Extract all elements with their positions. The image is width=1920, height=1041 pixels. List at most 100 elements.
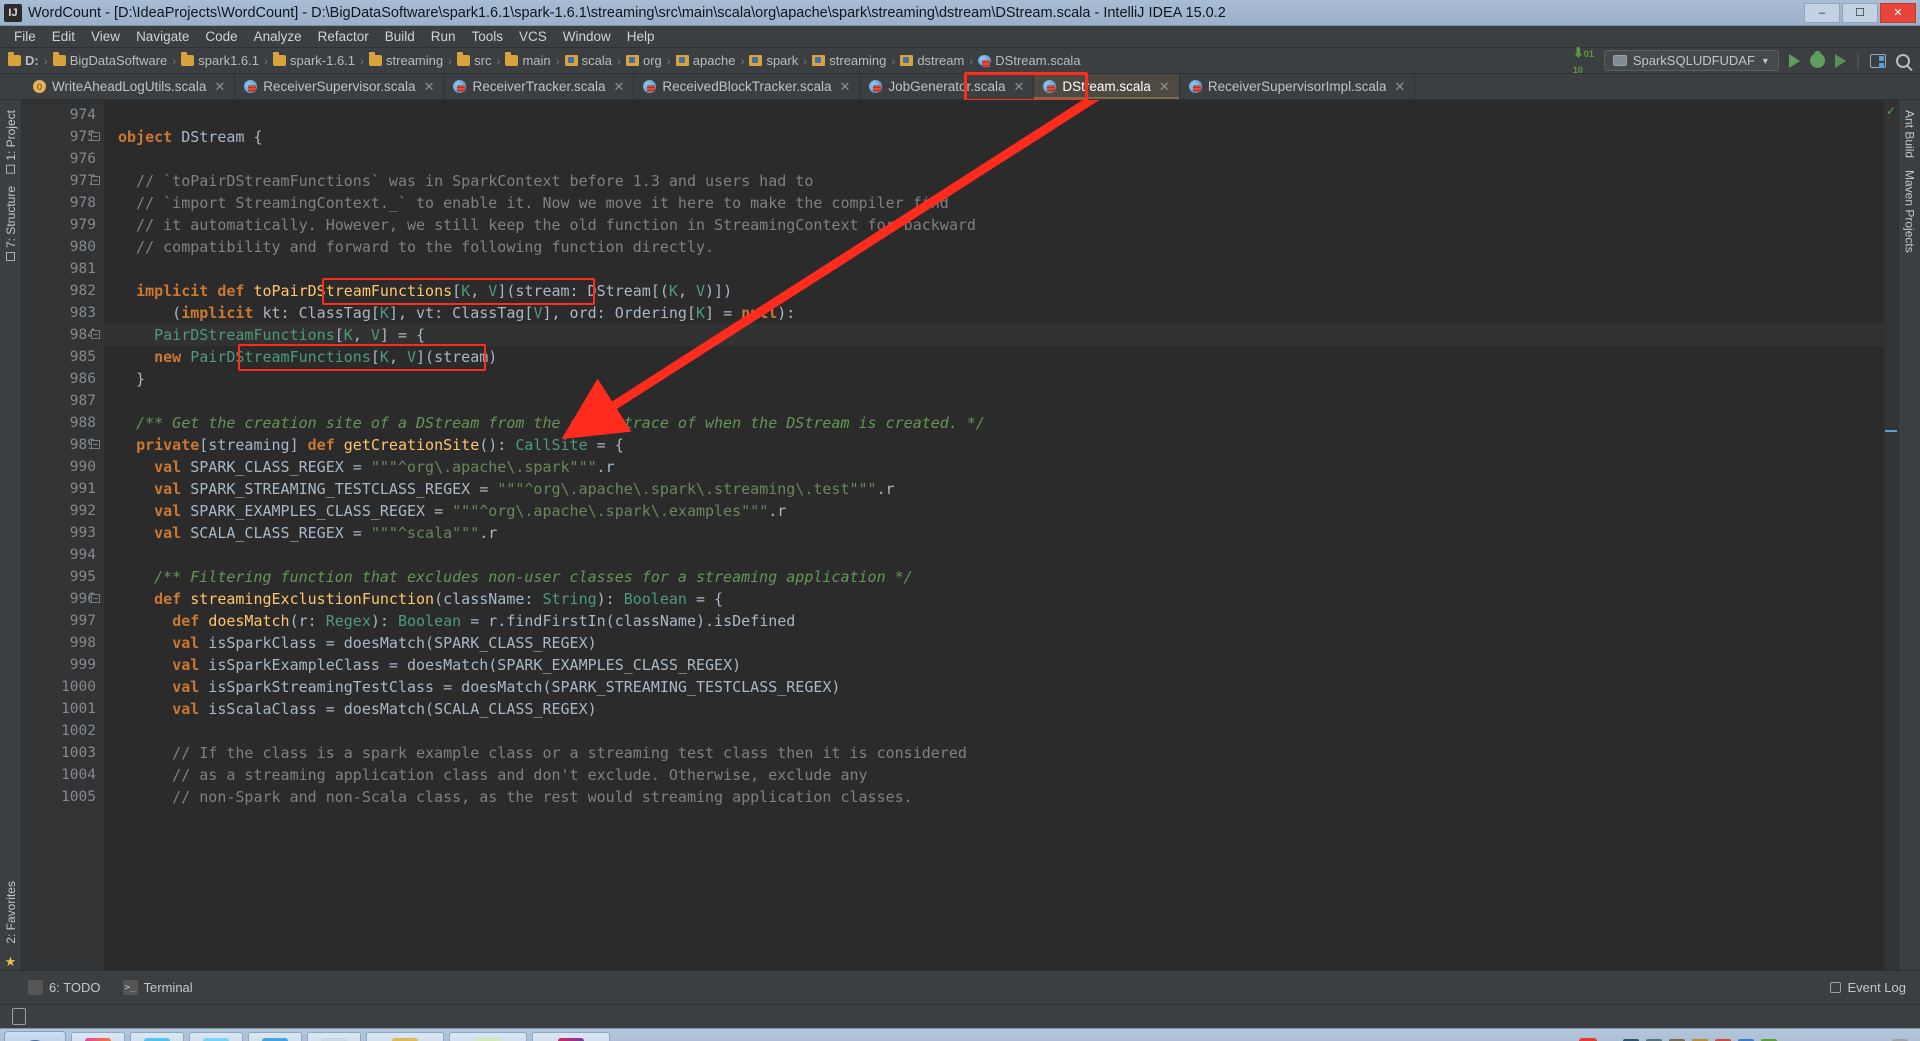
code-line[interactable]: PairDStreamFunctions[K, V] = { — [104, 324, 1884, 346]
code-line[interactable]: val SCALA_CLASS_REGEX = """^scala""".r — [104, 522, 1884, 544]
code-line[interactable]: val SPARK_EXAMPLES_CLASS_REGEX = """^org… — [104, 500, 1884, 522]
taskbar-button-4[interactable] — [248, 1031, 302, 1041]
editor-marker-gutter[interactable]: ✓ — [1884, 100, 1898, 970]
breadcrumb-item-spark-1-6-1[interactable]: spark-1.6.1 — [272, 52, 355, 68]
menu-item-file[interactable]: File — [6, 27, 44, 46]
menu-item-edit[interactable]: Edit — [44, 27, 83, 46]
editor-tab-receivedblocktracker[interactable]: ReceivedBlockTracker.scala ✕ — [634, 74, 861, 99]
breadcrumb-item-main[interactable]: main — [505, 52, 551, 68]
breadcrumb-item-dstream-scala[interactable]: DStream.scala — [978, 53, 1081, 68]
breadcrumb-item-scala[interactable]: scala — [564, 53, 612, 68]
code-line[interactable] — [104, 390, 1884, 412]
menu-item-vcs[interactable]: VCS — [511, 27, 555, 46]
minimize-button[interactable]: – — [1804, 2, 1840, 23]
tool-window-todo[interactable]: 6: TODO — [28, 980, 101, 995]
tab-close-icon[interactable]: ✕ — [214, 79, 225, 95]
menu-item-analyze[interactable]: Analyze — [246, 27, 310, 46]
run-icon[interactable] — [1788, 53, 1800, 68]
taskbar-button-5[interactable] — [307, 1031, 361, 1041]
code-fold-toggle[interactable]: − — [91, 176, 100, 185]
breadcrumb-item-spark[interactable]: spark — [749, 53, 798, 68]
menu-item-run[interactable]: Run — [423, 27, 464, 46]
menu-item-tools[interactable]: Tools — [464, 27, 512, 46]
ime-mode-label[interactable]: 中 — [1604, 1038, 1617, 1041]
code-line[interactable]: // it automatically. However, we still k… — [104, 214, 1884, 236]
code-line[interactable]: implicit def toPairDStreamFunctions[K, V… — [104, 280, 1884, 302]
code-line[interactable]: // `toPairDStreamFunctions` was in Spark… — [104, 170, 1884, 192]
breadcrumb-item-streaming[interactable]: streaming — [369, 52, 443, 68]
menu-item-refactor[interactable]: Refactor — [310, 27, 377, 46]
debug-icon[interactable] — [1809, 51, 1825, 68]
code-line[interactable]: val SPARK_CLASS_REGEX = """^org\.apache\… — [104, 456, 1884, 478]
taskbar-button-8[interactable] — [532, 1031, 610, 1041]
code-line[interactable]: def doesMatch(r: Regex): Boolean = r.fin… — [104, 610, 1884, 632]
code-line[interactable]: // `import StreamingContext._` to enable… — [104, 192, 1884, 214]
code-fold-toggle[interactable]: − — [91, 330, 100, 339]
code-line[interactable] — [104, 720, 1884, 742]
code-line[interactable]: val isSparkStreamingTestClass = doesMatc… — [104, 676, 1884, 698]
breadcrumb-item-d-[interactable]: D: — [8, 52, 39, 68]
breadcrumb-item-org[interactable]: org — [626, 53, 662, 68]
taskbar-button-6[interactable] — [366, 1031, 444, 1041]
menu-item-window[interactable]: Window — [555, 27, 619, 46]
editor-tab-writeaheadlogutils[interactable]: 0 WriteAheadLogUtils.scala ✕ — [24, 74, 236, 99]
close-button[interactable]: ✕ — [1880, 2, 1916, 23]
download-update-icon[interactable]: ⬇01 10 — [1573, 45, 1594, 76]
run-with-coverage-icon[interactable] — [1834, 53, 1846, 68]
code-line[interactable]: val isScalaClass = doesMatch(SCALA_CLASS… — [104, 698, 1884, 720]
menu-item-help[interactable]: Help — [619, 27, 663, 46]
code-line[interactable]: /** Filtering function that excludes non… — [104, 566, 1884, 588]
sidebar-item-structure[interactable]: 7: Structure — [1, 180, 21, 267]
code-line[interactable] — [104, 544, 1884, 566]
taskbar-button-7[interactable] — [449, 1031, 527, 1041]
editor-tab-receiversupervisorimpl[interactable]: ReceiverSupervisorImpl.scala ✕ — [1179, 74, 1416, 99]
tab-close-icon[interactable]: ✕ — [840, 79, 851, 95]
code-line[interactable]: } — [104, 368, 1884, 390]
code-line[interactable] — [104, 104, 1884, 126]
menu-item-code[interactable]: Code — [197, 27, 245, 46]
code-line[interactable] — [104, 148, 1884, 170]
sidebar-item-project[interactable]: 1: Project — [1, 104, 21, 180]
code-editor[interactable]: 974 975 976 977 978 979 980 981 982 983 984 985 986 9… — [22, 100, 1898, 970]
run-configuration-selector[interactable]: SparkSQLUDFUDAF ▼ — [1603, 50, 1779, 71]
code-line[interactable]: object DStream { — [104, 126, 1884, 148]
start-button[interactable] — [4, 1030, 66, 1041]
taskbar-button-2[interactable] — [130, 1031, 184, 1041]
editor-tab-receivertracker[interactable]: ReceiverTracker.scala ✕ — [444, 74, 635, 99]
breadcrumb-item-streaming[interactable]: streaming — [812, 53, 886, 68]
tool-window-terminal[interactable]: >_ Terminal — [122, 980, 193, 995]
taskbar-button-1[interactable] — [71, 1031, 125, 1041]
tab-close-icon[interactable]: ✕ — [1013, 79, 1024, 95]
code-line[interactable]: (implicit kt: ClassTag[K], vt: ClassTag[… — [104, 302, 1884, 324]
code-line[interactable]: val SPARK_STREAMING_TESTCLASS_REGEX = ""… — [104, 478, 1884, 500]
breadcrumb-item-spark1-6-1[interactable]: spark1.6.1 — [181, 52, 259, 68]
chevron-down-icon[interactable]: ▼ — [1761, 56, 1770, 66]
tab-close-icon[interactable]: ✕ — [424, 79, 435, 95]
code-line[interactable]: private[streaming] def getCreationSite()… — [104, 434, 1884, 456]
search-everywhere-icon[interactable] — [1896, 53, 1910, 68]
editor-tab-jobgenerator[interactable]: JobGenerator.scala ✕ — [860, 74, 1035, 99]
breadcrumb-item-bigdatasoftware[interactable]: BigDataSoftware — [52, 52, 167, 68]
maximize-button[interactable]: ☐ — [1842, 2, 1878, 23]
code-fold-toggle[interactable]: − — [91, 132, 100, 141]
memory-indicator-icon[interactable] — [12, 1008, 26, 1025]
sidebar-item-maven-projects[interactable]: Maven Projects — [1900, 164, 1920, 259]
sidebar-item-ant-build[interactable]: Ant Build — [1900, 104, 1920, 164]
breadcrumb-item-apache[interactable]: apache — [675, 53, 735, 68]
code-line[interactable]: new PairDStreamFunctions[K, V](stream) — [104, 346, 1884, 368]
code-line[interactable]: def streamingExclustionFunction(classNam… — [104, 588, 1884, 610]
source-code-area[interactable]: object DStream { // `toPairDStreamFuncti… — [104, 100, 1884, 970]
taskbar-button-3[interactable] — [189, 1031, 243, 1041]
menu-item-view[interactable]: View — [83, 27, 128, 46]
editor-tab-dstream[interactable]: DStream.scala ✕ — [1034, 74, 1180, 99]
code-line[interactable] — [104, 258, 1884, 280]
code-line[interactable]: /** Get the creation site of a DStream f… — [104, 412, 1884, 434]
event-log-area[interactable]: Event Log — [1830, 980, 1920, 995]
toggle-layout-icon[interactable] — [1870, 53, 1886, 68]
breadcrumb-item-src[interactable]: src — [457, 52, 491, 68]
code-line[interactable]: val isSparkClass = doesMatch(SPARK_CLASS… — [104, 632, 1884, 654]
editor-tab-receiversupervisor[interactable]: ReceiverSupervisor.scala ✕ — [235, 74, 445, 99]
tab-close-icon[interactable]: ✕ — [1159, 79, 1170, 95]
sidebar-item-favorites[interactable]: 2: Favorites — [1, 875, 21, 950]
code-line[interactable]: // non-Spark and non-Scala class, as the… — [104, 786, 1884, 808]
